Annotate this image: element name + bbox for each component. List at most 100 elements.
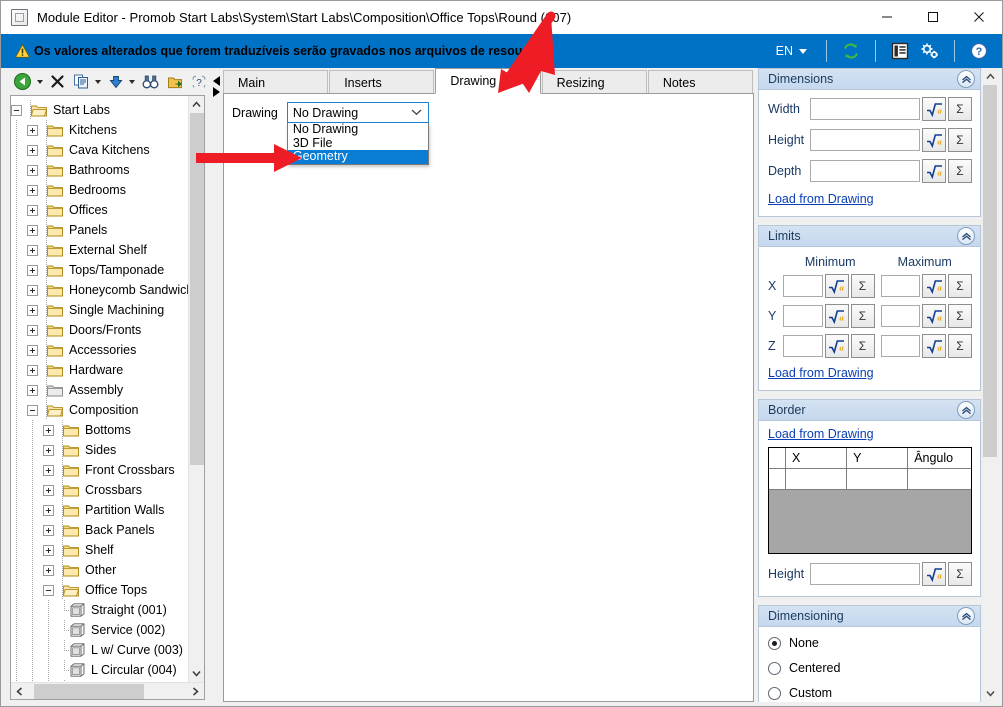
tab-main[interactable]: Main [223, 70, 329, 94]
tree-expander-expand[interactable] [27, 384, 38, 396]
scroll-up-arrow[interactable] [189, 96, 205, 113]
tree-node-doors-fronts[interactable]: Doors/Fronts [11, 320, 188, 340]
tree-node-shelf[interactable]: Shelf [11, 540, 188, 560]
scroll-track[interactable] [982, 85, 998, 685]
radio-custom[interactable] [768, 686, 781, 700]
limits-max-input-x[interactable] [880, 275, 920, 297]
insert-button[interactable] [105, 71, 127, 93]
combo-options-list[interactable]: No Drawing 3D File Geometry [286, 122, 429, 165]
tree-node-bedrooms[interactable]: Bedrooms [11, 180, 188, 200]
tree-expander-collapse[interactable] [11, 104, 22, 116]
drawing-type-combo[interactable]: No Drawing No Drawing 3D File Geometry [286, 102, 429, 165]
limits-min-formula-button-z[interactable]: a [824, 334, 849, 358]
limits-min-formula-button-x[interactable]: a [824, 274, 849, 298]
tree-node-service-002[interactable]: Service (002) [11, 620, 188, 640]
height-input[interactable] [810, 129, 920, 151]
height-sum-button[interactable]: Σ [948, 128, 972, 152]
tree-expander-expand[interactable] [27, 204, 38, 216]
width-formula-button[interactable]: a [922, 97, 946, 121]
tree-node-office-tops[interactable]: Office Tops [11, 580, 188, 600]
scroll-track[interactable] [189, 113, 205, 665]
tree-node-external-shelf[interactable]: External Shelf [11, 240, 188, 260]
scroll-down-arrow[interactable] [189, 665, 205, 682]
tree-expander-expand[interactable] [27, 304, 38, 316]
depth-formula-button[interactable]: a [922, 159, 946, 183]
border-height-sum-button[interactable]: Σ [948, 562, 972, 586]
chevron-down-icon[interactable] [129, 79, 135, 84]
tree-node-l-circular-004[interactable]: L Circular (004) [11, 660, 188, 680]
question-mark-icon[interactable]: ? [188, 71, 210, 93]
border-table[interactable]: X Y Ângulo [768, 447, 972, 554]
scroll-thumb[interactable] [189, 113, 204, 465]
limits-max-sum-button-x[interactable]: Σ [948, 274, 972, 298]
limits-min-formula-button-y[interactable]: a [824, 304, 849, 328]
tree-node-other[interactable]: Other [11, 560, 188, 580]
gears-settings-icon[interactable] [915, 37, 945, 65]
module-tree[interactable]: Start Labs Kitchens Cava Kitchens Bathrooms… [10, 95, 205, 700]
tab-resizing[interactable]: Resizing [541, 70, 647, 94]
maximize-button[interactable] [910, 1, 956, 34]
delete-button[interactable] [47, 71, 68, 93]
tree-node-assembly[interactable]: Assembly [11, 380, 188, 400]
pane-splitter[interactable] [209, 68, 223, 702]
tab-notes[interactable]: Notes [647, 70, 754, 94]
border-cell-angle[interactable] [908, 469, 971, 490]
chevron-down-icon[interactable] [37, 79, 43, 84]
tree-node-partition-walls[interactable]: Partition Walls [11, 500, 188, 520]
tree-node-bathrooms[interactable]: Bathrooms [11, 160, 188, 180]
tree-node-kitchens[interactable]: Kitchens [11, 120, 188, 140]
close-button[interactable] [956, 1, 1002, 34]
tree-node-honeycomb-sandwich[interactable]: Honeycomb Sandwich [11, 280, 188, 300]
tab-drawing[interactable]: Drawing [435, 68, 541, 94]
tree-expander-expand[interactable] [27, 284, 38, 296]
border-load-from-drawing-link[interactable]: Load from Drawing [768, 427, 874, 441]
limits-max-formula-button-x[interactable]: a [922, 274, 946, 298]
properties-list-icon[interactable] [885, 37, 915, 65]
tree-expander-expand[interactable] [43, 444, 54, 456]
limits-max-formula-button-z[interactable]: a [922, 334, 946, 358]
dimensioning-option-centered[interactable]: Centered [768, 661, 972, 675]
border-cell-select[interactable] [769, 469, 786, 490]
tree-node-cava-kitchens[interactable]: Cava Kitchens [11, 140, 188, 160]
limits-max-sum-button-z[interactable]: Σ [948, 334, 972, 358]
tree-expander-expand[interactable] [27, 344, 38, 356]
scroll-track[interactable] [28, 683, 187, 700]
tab-inserts[interactable]: Inserts [329, 70, 435, 94]
tree-node-straight-001[interactable]: Straight (001) [11, 600, 188, 620]
chevron-up-icon[interactable] [957, 401, 975, 419]
properties-vertical-scrollbar[interactable] [981, 68, 998, 702]
table-row[interactable] [769, 469, 971, 490]
tree-expander-expand[interactable] [43, 544, 54, 556]
tree-node-start-labs[interactable]: Start Labs [11, 100, 188, 120]
export-folder-button[interactable] [164, 71, 187, 93]
help-icon[interactable]: ? [964, 37, 994, 65]
limits-max-formula-button-y[interactable]: a [922, 304, 946, 328]
tree-node-tops-tamponade[interactable]: Tops/Tamponade [11, 260, 188, 280]
tree-expander-collapse[interactable] [27, 404, 38, 416]
depth-input[interactable] [810, 160, 920, 182]
tree-expander-expand[interactable] [27, 224, 38, 236]
scroll-down-arrow[interactable] [982, 685, 998, 702]
limits-min-sum-button-x[interactable]: Σ [850, 274, 875, 298]
combo-display[interactable]: No Drawing [286, 102, 429, 123]
dimensioning-option-custom[interactable]: Custom [768, 686, 972, 700]
scroll-thumb[interactable] [983, 85, 997, 457]
width-input[interactable] [810, 98, 920, 120]
tree-expander-expand[interactable] [43, 424, 54, 436]
minimize-button[interactable] [864, 1, 910, 34]
limits-max-sum-button-y[interactable]: Σ [948, 304, 972, 328]
depth-sum-button[interactable]: Σ [948, 159, 972, 183]
tree-expander-expand[interactable] [27, 264, 38, 276]
tree-expander-expand[interactable] [27, 124, 38, 136]
border-cell-x[interactable] [786, 469, 848, 490]
tree-node-l-w-curve-003[interactable]: L w/ Curve (003) [11, 640, 188, 660]
tree-expander-expand[interactable] [27, 144, 38, 156]
limits-max-input-y[interactable] [880, 305, 920, 327]
tree-node-accessories[interactable]: Accessories [11, 340, 188, 360]
find-button[interactable] [139, 71, 162, 93]
radio-none[interactable] [768, 636, 781, 650]
tree-expander-expand[interactable] [43, 504, 54, 516]
tree-expander-expand[interactable] [43, 484, 54, 496]
tree-horizontal-scrollbar[interactable] [11, 682, 204, 699]
chevron-up-icon[interactable] [957, 227, 975, 245]
